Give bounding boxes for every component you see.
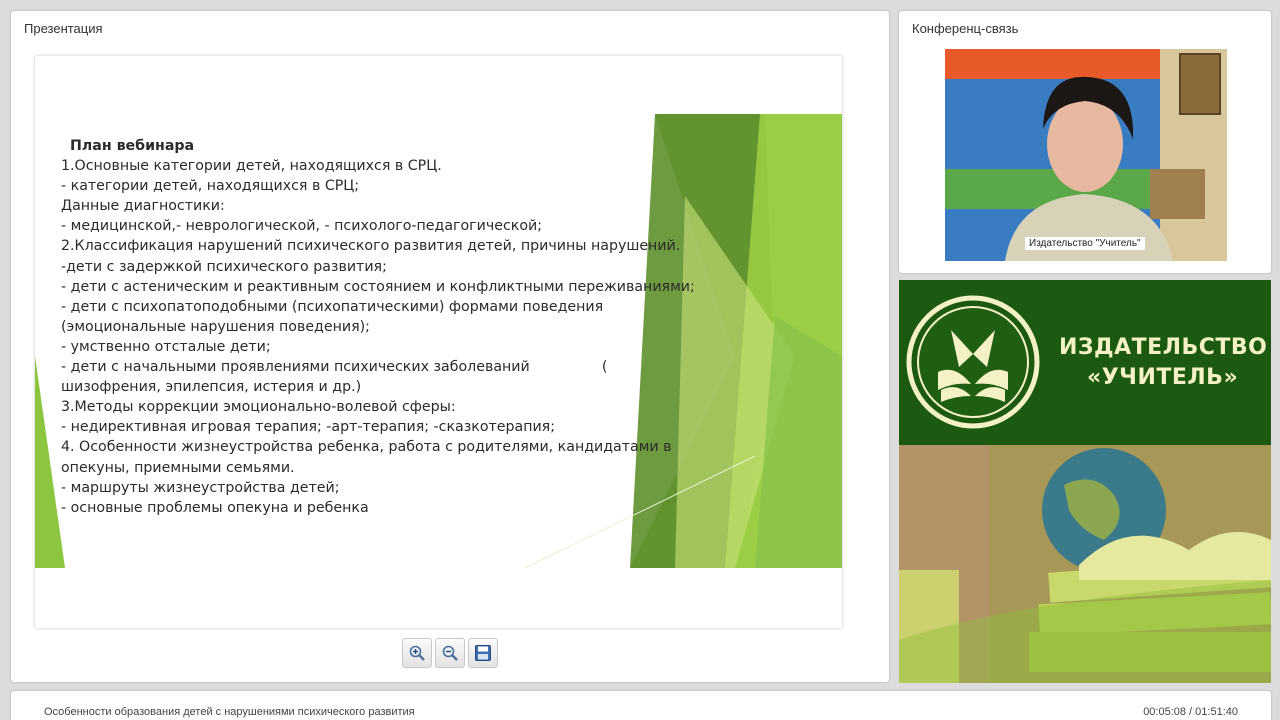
presentation-panel: Презентация План вебинара 1.Основные кат… <box>11 11 889 682</box>
video-frame-placeholder <box>945 49 1227 261</box>
conference-panel-title: Конференц-связь <box>912 21 1019 36</box>
slide-line: - дети с начальными проявлениями психиче… <box>61 359 608 376</box>
zoom-out-button[interactable] <box>435 638 465 668</box>
zoom-out-icon <box>442 645 458 661</box>
slide-line: - маршруты жизнеустройства детей; <box>61 479 340 496</box>
bottom-info-bar: Особенности образования детей с нарушени… <box>11 691 1271 720</box>
slide-line: - дети с астеническим и реактивным состо… <box>61 278 695 295</box>
slide-line: 4. Особенности жизнеустройства ребенка, … <box>61 439 672 456</box>
slide-line: 3.Методы коррекции эмоционально-волевой … <box>61 399 456 416</box>
zoom-in-icon <box>409 645 425 661</box>
slide-line: -дети с задержкой психического развития; <box>61 258 387 275</box>
playback-time: 00:05:08 / 01:51:40 <box>1143 706 1238 718</box>
save-icon <box>475 645 491 661</box>
presentation-panel-title: Презентация <box>24 21 103 36</box>
lecture-title: Особенности образования детей с нарушени… <box>44 706 415 718</box>
publisher-name-line1: ИЗДАТЕЛЬСТВО <box>1059 335 1268 360</box>
publisher-logo-icon <box>906 295 1040 429</box>
slide-text-block: План вебинара 1.Основные категории детей… <box>61 136 761 518</box>
slide-line: (эмоциональные нарушения поведения); <box>61 318 370 335</box>
slide-line: опекуны, приемными семьями. <box>61 459 295 476</box>
slide-line: - недирективная игровая терапия; -арт-те… <box>61 419 555 436</box>
presentation-toolbar <box>402 638 498 668</box>
slide-line: - медицинской,- неврологической, - психо… <box>61 218 543 235</box>
slide-line: 1.Основные категории детей, находящихся … <box>61 158 442 175</box>
video-feed[interactable]: Издательство "Учитель" <box>945 49 1227 261</box>
slide-line: - основные проблемы опекуна и ребенка <box>61 499 369 516</box>
slide-line: - категории детей, находящихся в СРЦ; <box>61 178 360 195</box>
slide-line: 2.Классификация нарушений психического р… <box>61 238 681 255</box>
video-participant-label: Издательство "Учитель" <box>1025 237 1145 250</box>
publisher-banner: ИЗДАТЕЛЬСТВО «УЧИТЕЛЬ» <box>899 280 1271 683</box>
slide-line: Данные диагностики: <box>61 198 225 215</box>
presentation-slide: План вебинара 1.Основные категории детей… <box>35 56 842 628</box>
save-button[interactable] <box>468 638 498 668</box>
slide-heading: План вебинара <box>70 138 195 154</box>
zoom-in-button[interactable] <box>402 638 432 668</box>
publisher-name-line2: «УЧИТЕЛЬ» <box>1087 365 1239 390</box>
slide-line: - дети с психопатоподобными (психопатиче… <box>61 298 604 315</box>
slide-line: шизофрения, эпилепсия, истерия и др.) <box>61 379 362 396</box>
slide-line: - умственно отсталые дети; <box>61 338 271 355</box>
conference-panel: Конференц-связь Издательство "Учитель" <box>899 11 1271 273</box>
